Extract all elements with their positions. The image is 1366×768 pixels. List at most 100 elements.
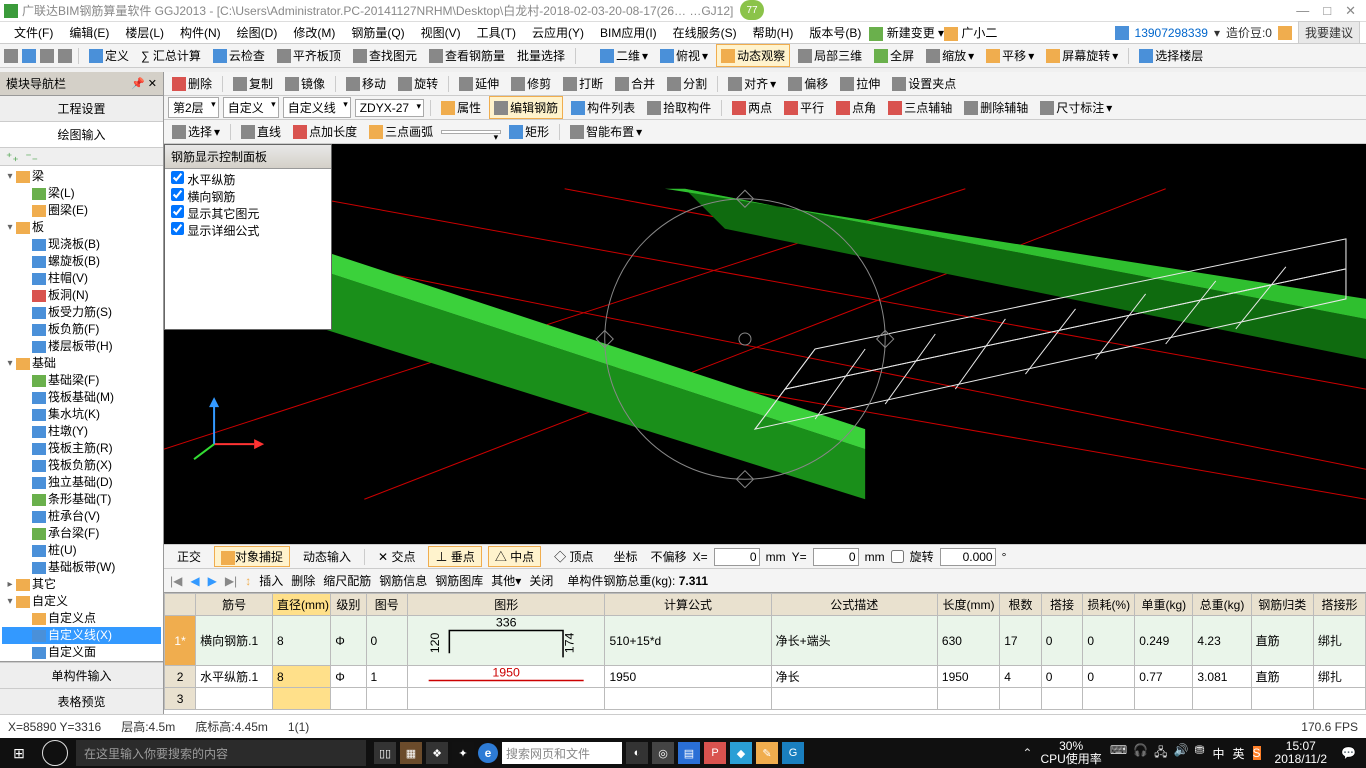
sogou-icon[interactable]: S xyxy=(1253,746,1261,760)
rect-button[interactable]: 矩形 xyxy=(505,121,553,142)
move-button[interactable]: 移动 xyxy=(342,73,390,94)
chk-other-elem[interactable]: 显示其它图元 xyxy=(171,205,325,222)
menu-bim[interactable]: BIM应用(I) xyxy=(592,22,665,43)
screen-rotate-button[interactable]: 屏幕旋转▾ xyxy=(1042,45,1122,66)
point-angle-button[interactable]: 点角 xyxy=(832,97,880,118)
rotate-checkbox[interactable] xyxy=(891,550,904,563)
mirror-button[interactable]: 镜像 xyxy=(281,73,329,94)
scale-rebar-button[interactable]: 缩尺配筋 xyxy=(323,572,371,589)
other-button[interactable]: 其他▾ xyxy=(491,572,521,589)
network-icon[interactable]: 🖧 xyxy=(1154,743,1167,764)
tab-project-settings[interactable]: 工程设置 xyxy=(0,96,163,122)
table-row[interactable]: 3 xyxy=(165,688,1366,710)
browser-search[interactable]: 搜索网页和文件 xyxy=(502,742,622,764)
notification-badge[interactable]: 77 xyxy=(740,0,764,20)
app-icon-3[interactable]: ✦ xyxy=(452,742,474,764)
pin-icon[interactable]: 📌 ✕ xyxy=(131,77,157,90)
rebar-display-panel[interactable]: 钢筋显示控制面板 水平纵筋 横向钢筋 显示其它图元 显示详细公式 xyxy=(164,144,332,330)
offset-button[interactable]: 偏移 xyxy=(784,73,832,94)
batch-select-button[interactable]: 批量选择 xyxy=(513,45,569,66)
local3d-button[interactable]: 局部三维 xyxy=(794,45,866,66)
menu-file[interactable]: 文件(F) xyxy=(6,22,61,43)
app-icon-5[interactable]: ◎ xyxy=(652,742,674,764)
user-button[interactable]: 广小二 xyxy=(944,24,997,41)
table-row[interactable]: 1* 横向钢筋.1 8 Φ 0 336120174 510+15*d净长+端头 … xyxy=(165,616,1366,666)
insert-row-button[interactable]: 插入 xyxy=(259,572,283,589)
line-button[interactable]: 直线 xyxy=(237,121,285,142)
menu-draw[interactable]: 绘图(D) xyxy=(229,22,286,43)
app-icon-2[interactable]: ❖ xyxy=(426,742,448,764)
app-icon-6[interactable]: ▤ xyxy=(678,742,700,764)
redo-icon[interactable] xyxy=(58,49,72,63)
menu-cloud[interactable]: 云应用(Y) xyxy=(524,22,592,43)
find-elem-button[interactable]: 查找图元 xyxy=(349,45,421,66)
break-button[interactable]: 打断 xyxy=(559,73,607,94)
select-floor-button[interactable]: 选择楼层 xyxy=(1135,45,1207,66)
rotate-button[interactable]: 旋转 xyxy=(394,73,442,94)
cortana-icon[interactable] xyxy=(42,740,68,766)
three-point-aux-button[interactable]: 三点辅轴 xyxy=(884,97,956,118)
edit-rebar-button[interactable]: 编辑钢筋 xyxy=(489,96,563,119)
taskview-icon[interactable]: ▯▯ xyxy=(374,742,396,764)
last-icon[interactable]: ▶| xyxy=(225,574,237,588)
rotate-input[interactable] xyxy=(940,548,996,566)
headset-icon[interactable]: 🎧 xyxy=(1133,743,1148,764)
code-select[interactable]: ZDYX-27 xyxy=(355,99,424,117)
save-icon[interactable] xyxy=(22,49,36,63)
ie-icon[interactable]: e xyxy=(478,743,498,763)
point-length-button[interactable]: 点加长度 xyxy=(289,121,361,142)
rebar-atlas-button[interactable]: 钢筋图库 xyxy=(435,572,483,589)
app-icon-4[interactable]: ◐ xyxy=(626,742,648,764)
floor-select[interactable]: 第2层 xyxy=(168,97,219,118)
category-select[interactable]: 自定义 xyxy=(223,97,279,118)
undo-icon[interactable] xyxy=(40,49,54,63)
start-button[interactable]: ⊞ xyxy=(4,738,34,768)
x-input[interactable] xyxy=(714,548,760,566)
viewport-3d[interactable]: 钢筋显示控制面板 水平纵筋 横向钢筋 显示其它图元 显示详细公式 xyxy=(164,144,1366,544)
component-tree[interactable]: ▾梁 梁(L) 圈梁(E) ▾板 现浇板(B) 螺旋板(B) 柱帽(V) 板洞(… xyxy=(0,166,163,661)
draw-option-select[interactable] xyxy=(441,130,501,134)
parallel-button[interactable]: 平行 xyxy=(780,97,828,118)
tab-single-input[interactable]: 单构件输入 xyxy=(0,662,163,688)
rebar-table[interactable]: 筋号 直径(mm) 级别图号图形 计算公式公式描述长度(mm) 根数搭接损耗(%… xyxy=(164,592,1366,714)
dyn-toggle[interactable]: 动态输入 xyxy=(296,546,358,567)
suggest-button[interactable]: 我要建议 xyxy=(1298,21,1360,44)
copy-button[interactable]: 复制 xyxy=(229,73,277,94)
property-button[interactable]: 属性 xyxy=(437,97,485,118)
tab-table-preview[interactable]: 表格预览 xyxy=(0,688,163,714)
hdd-icon[interactable]: ⛃ xyxy=(1194,743,1204,764)
app-icon-9[interactable]: ✎ xyxy=(756,742,778,764)
mid-snap[interactable]: △ 中点 xyxy=(488,546,541,567)
zoom-button[interactable]: 缩放▾ xyxy=(922,45,978,66)
prev-icon[interactable]: ◀ xyxy=(190,574,199,588)
sort-icon[interactable]: ↕ xyxy=(245,574,251,588)
menu-floor[interactable]: 楼层(L) xyxy=(117,22,172,43)
align-button[interactable]: 对齐▾ xyxy=(724,73,780,94)
menu-tool[interactable]: 工具(T) xyxy=(469,22,524,43)
expand-icon[interactable]: ⁺₊ xyxy=(6,150,19,164)
pan-button[interactable]: 平移▾ xyxy=(982,45,1038,66)
ime-2[interactable]: 英 xyxy=(1233,745,1245,762)
close-panel-button[interactable]: 关闭 xyxy=(529,572,553,589)
app-icon-1[interactable]: ▦ xyxy=(400,742,422,764)
chk-horiz-rebar[interactable]: 水平纵筋 xyxy=(171,171,325,188)
delete-aux-button[interactable]: 删除辅轴 xyxy=(960,97,1032,118)
orbit-button[interactable]: 动态观察 xyxy=(716,44,790,67)
bell-icon[interactable] xyxy=(1278,26,1292,40)
smart-layout-button[interactable]: 智能布置▾ xyxy=(566,121,646,142)
close-button[interactable]: ✕ xyxy=(1345,3,1356,19)
grip-button[interactable]: 设置夹点 xyxy=(888,73,960,94)
menu-version[interactable]: 版本号(B) xyxy=(801,22,869,43)
trim-button[interactable]: 修剪 xyxy=(507,73,555,94)
tray-chevron[interactable]: ⌃ xyxy=(1022,746,1032,760)
select-button[interactable]: 选择▾ xyxy=(168,121,224,142)
y-input[interactable] xyxy=(813,548,859,566)
menu-modify[interactable]: 修改(M) xyxy=(285,22,343,43)
ime-1[interactable]: 中 xyxy=(1213,745,1225,762)
action-center-icon[interactable]: 💬 xyxy=(1341,746,1356,760)
app-icon-10[interactable]: G xyxy=(782,742,804,764)
maximize-button[interactable]: □ xyxy=(1323,3,1331,19)
osnap-toggle[interactable]: 对象捕捉 xyxy=(214,546,290,567)
chk-trans-rebar[interactable]: 横向钢筋 xyxy=(171,188,325,205)
component-list-button[interactable]: 构件列表 xyxy=(567,97,639,118)
